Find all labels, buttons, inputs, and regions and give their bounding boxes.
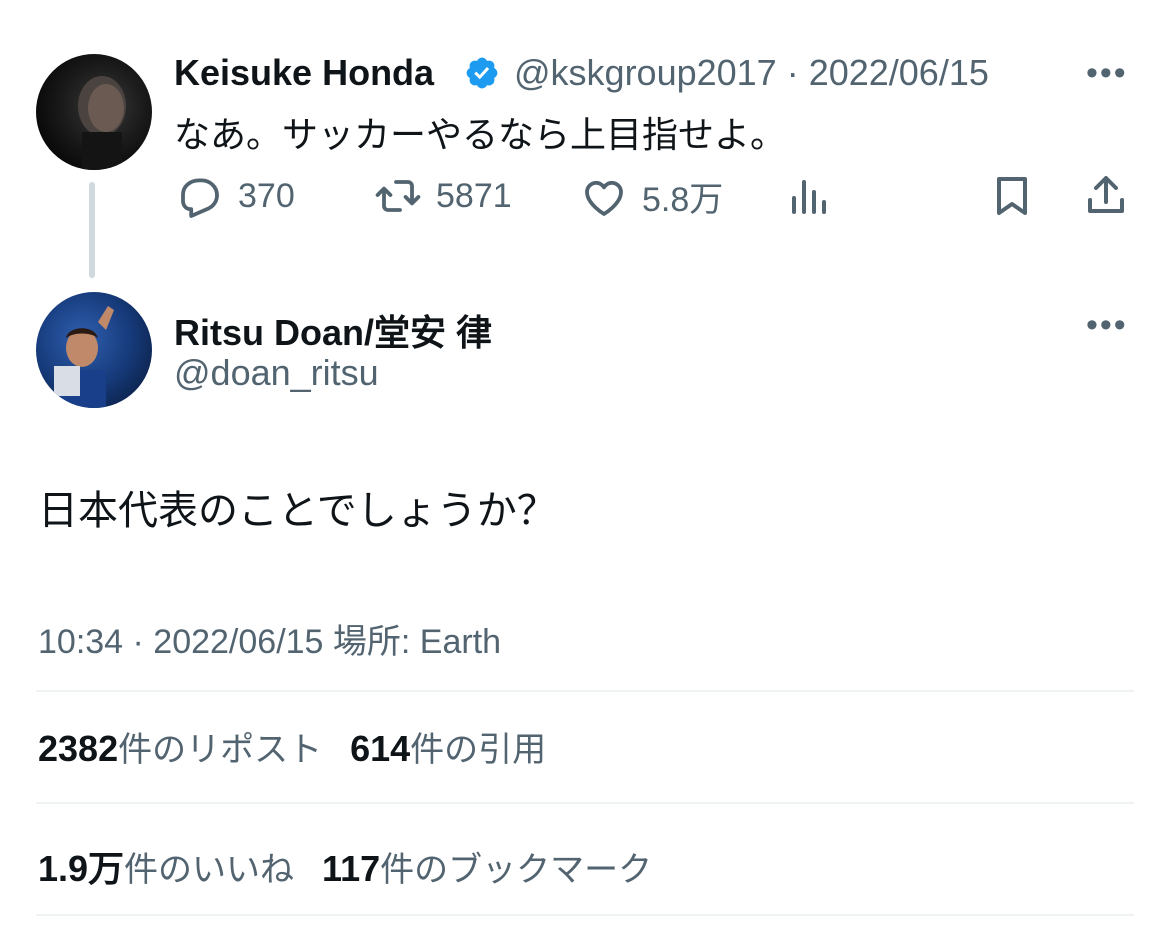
tweet-timestamp[interactable]: 10:34 · 2022/06/15 場所: Earth: [38, 614, 501, 663]
reposts-count[interactable]: 2382: [38, 728, 118, 770]
bookmark-icon: [997, 177, 1027, 215]
tweet-text: なあ。サッカーやるなら上目指せよ。: [174, 114, 787, 155]
reposts-label[interactable]: 件のリポスト: [118, 722, 322, 771]
verified-badge-icon: [464, 55, 500, 91]
like-count: 5.8万: [642, 181, 724, 219]
likes-count[interactable]: 1.9万: [38, 840, 124, 892]
share-icon: [1088, 176, 1124, 213]
retweet-button[interactable]: 5871: [374, 172, 512, 220]
reply-icon: [181, 178, 219, 218]
divider: [36, 914, 1134, 916]
avatar-doan-image: [54, 306, 114, 408]
likes-label[interactable]: 件のいいね: [124, 842, 294, 891]
author-handle-and-date[interactable]: @kskgroup2017 · 2022/06/15: [514, 52, 989, 94]
share-button[interactable]: [1082, 172, 1130, 220]
bookmarks-count[interactable]: 117: [322, 848, 380, 890]
like-button[interactable]: 5.8万: [580, 172, 723, 221]
more-icon[interactable]: •••: [1086, 54, 1128, 93]
stats-row-reposts-quotes: 2382 件のリポスト 614 件の引用: [38, 722, 574, 771]
like-icon: [585, 180, 623, 216]
author-name[interactable]: Keisuke Honda: [174, 52, 434, 94]
quotes-label[interactable]: 件の引用: [410, 722, 546, 771]
retweet-icon: [375, 180, 421, 212]
avatar-honda-image: [78, 76, 126, 170]
tweet-text: 日本代表のことでしょうか？: [38, 489, 557, 533]
bookmark-button[interactable]: [988, 172, 1036, 220]
bookmarks-label[interactable]: 件のブックマーク: [380, 842, 652, 891]
author-handle[interactable]: @doan_ritsu: [174, 352, 379, 394]
divider: [36, 802, 1134, 804]
reply-button[interactable]: 370: [176, 172, 295, 220]
avatar-keisuke-honda[interactable]: [36, 54, 152, 170]
thread-connector-line: [89, 182, 95, 278]
divider: [36, 690, 1134, 692]
avatar-ritsu-doan[interactable]: [36, 292, 152, 408]
quotes-count[interactable]: 614: [350, 728, 410, 770]
author-name[interactable]: Ritsu Doan/堂安 律: [174, 304, 492, 356]
reply-count: 370: [238, 176, 295, 215]
views-icon: [792, 180, 826, 214]
more-icon[interactable]: •••: [1086, 306, 1128, 345]
stats-row-likes-bookmarks: 1.9万 件のいいね 117 件のブックマーク: [38, 840, 680, 892]
retweet-count: 5871: [436, 176, 512, 215]
views-button[interactable]: [786, 172, 834, 220]
